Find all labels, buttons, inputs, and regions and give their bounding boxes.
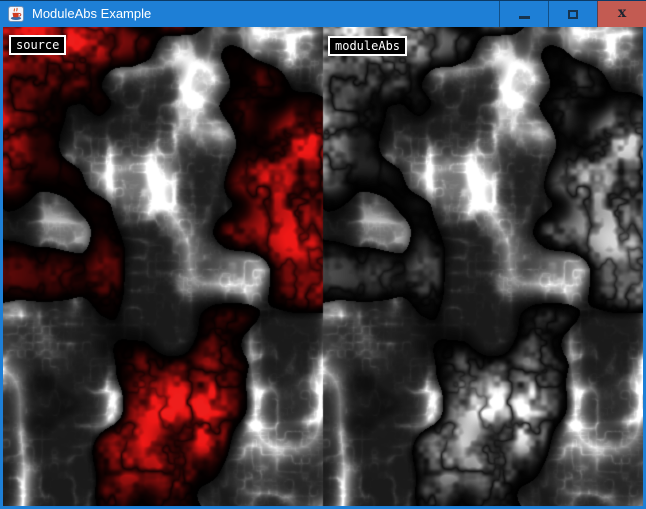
maximize-button[interactable] [548,1,597,27]
app-window: ModuleAbs Example x source moduleAbs [0,0,646,509]
render-area: source moduleAbs [3,27,643,506]
minimize-button[interactable] [499,1,548,27]
close-icon: x [618,6,626,20]
maximize-icon [568,10,578,19]
moduleabs-label: moduleAbs [328,36,407,56]
titlebar[interactable]: ModuleAbs Example x [0,0,646,27]
java-app-icon [8,6,24,22]
source-label: source [9,35,66,55]
window-title: ModuleAbs Example [32,1,499,27]
window-controls: x [499,1,646,27]
noise-images [3,27,643,506]
close-button[interactable]: x [597,1,646,27]
minimize-icon [519,16,530,19]
